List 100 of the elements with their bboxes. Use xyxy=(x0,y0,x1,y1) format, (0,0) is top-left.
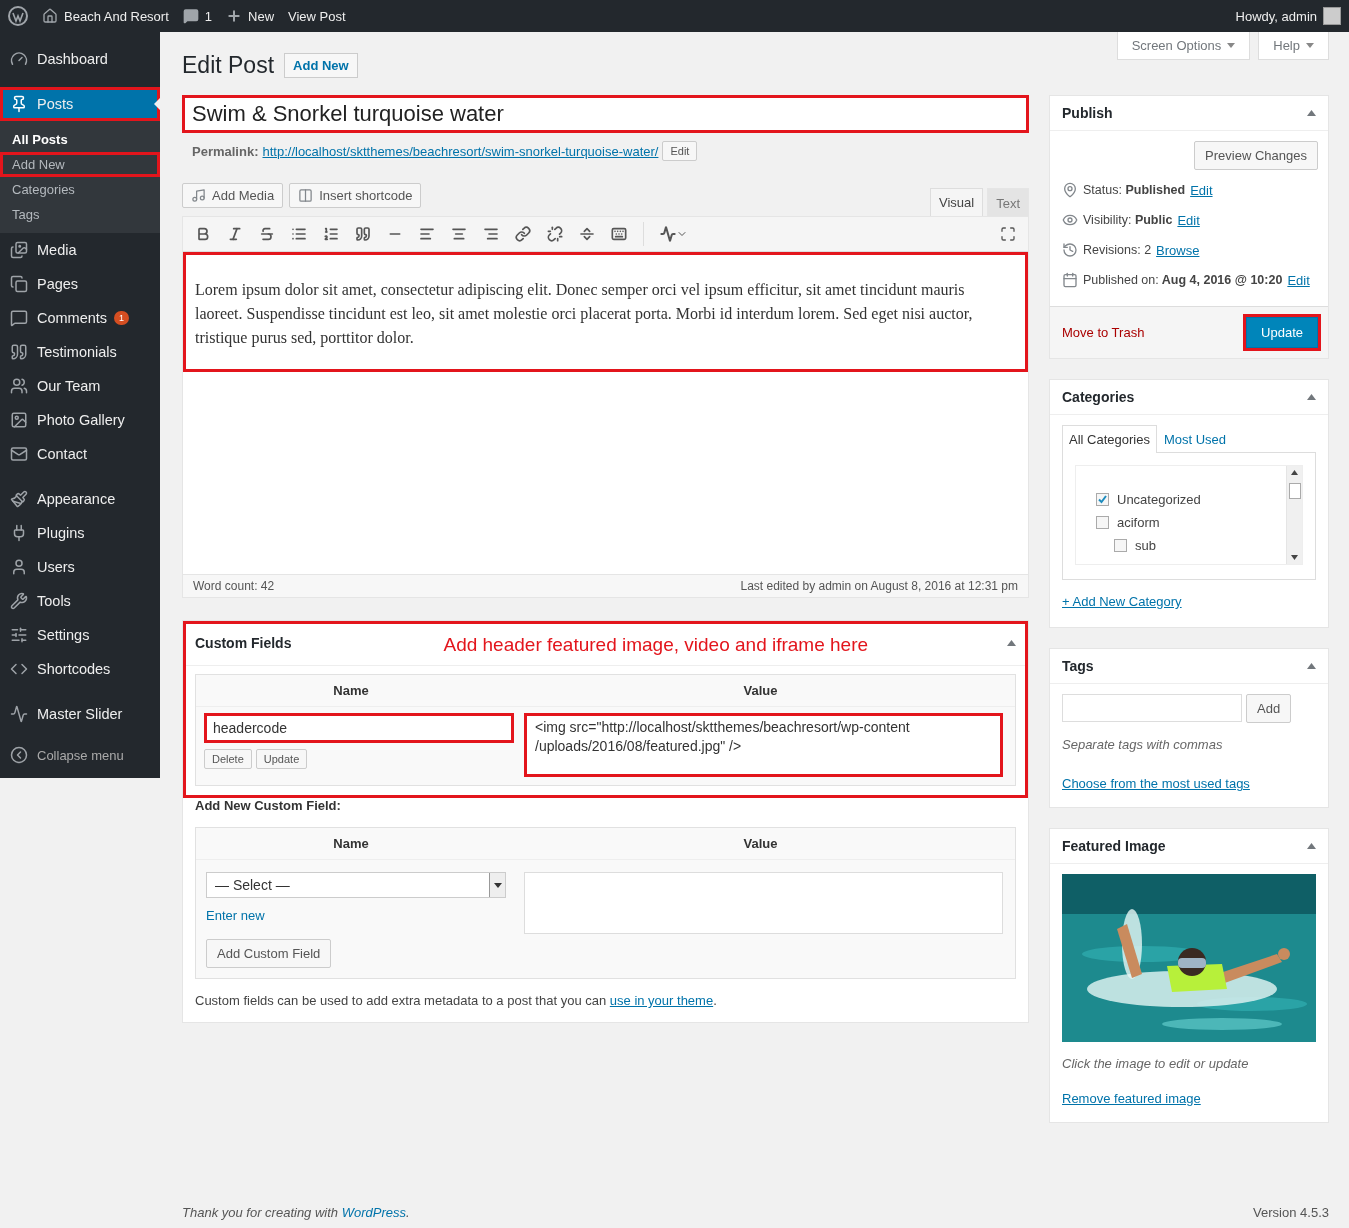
menu-item[interactable]: Users xyxy=(0,550,160,584)
menu-item[interactable]: Tools xyxy=(0,584,160,618)
editor-tab[interactable]: Text xyxy=(987,188,1029,216)
italic-icon[interactable] xyxy=(227,226,243,242)
collapse-arrow-icon[interactable] xyxy=(1007,640,1016,646)
site-link[interactable]: Beach And Resort xyxy=(42,8,169,24)
wordpress-link[interactable]: WordPress xyxy=(341,1205,406,1220)
submenu-item[interactable]: Tags xyxy=(0,202,160,227)
edit-button[interactable]: Edit xyxy=(662,141,698,161)
editor-tab[interactable]: Visual xyxy=(929,188,984,216)
panel-title: Tags xyxy=(1062,658,1094,674)
fullscreen-icon[interactable] xyxy=(1000,226,1016,242)
dashboard-icon xyxy=(10,50,28,68)
collapse-arrow-icon[interactable] xyxy=(1307,843,1316,849)
scroll-thumb[interactable] xyxy=(1288,483,1301,499)
update-button[interactable]: Update xyxy=(1246,317,1318,348)
quote-icon[interactable] xyxy=(355,226,371,242)
column-header: Name xyxy=(332,683,370,698)
collapse-arrow-icon[interactable] xyxy=(1307,663,1316,669)
category-tab[interactable]: Most Used xyxy=(1156,425,1234,453)
collapse-menu-button[interactable]: Collapse menu xyxy=(0,742,160,768)
publish-info: Visibility: Public xyxy=(1083,213,1173,227)
post-content[interactable]: Lorem ipsum dolor sit amet, consectetur adipiscing elit. Donec semper orci vel ipsum efficitur, sit amet tincidunt mauris laoreet. Suspendisse tincidunt est leo, sit amet molestie orci placerat porta. Morbi id interdum lorem. Sed eget nisi auctor, tristique purus sed, porttitor dolor. xyxy=(183,252,1028,372)
menu-item[interactable]: Master Slider xyxy=(0,697,160,731)
wave-icon[interactable] xyxy=(660,226,676,242)
category-tab[interactable]: All Categories xyxy=(1062,425,1157,453)
name-field[interactable]: headercode xyxy=(204,713,514,743)
title-field[interactable]: Swim & Snorkel turquoise water xyxy=(182,95,1029,133)
add-tag-button[interactable]: Add xyxy=(1246,694,1292,723)
add-field-button[interactable]: Add Custom Field xyxy=(206,939,332,968)
read-more-icon[interactable] xyxy=(579,226,595,242)
column-header: Name xyxy=(332,836,370,851)
menu-item[interactable]: Contact xyxy=(0,437,160,471)
menu-item[interactable]: Posts xyxy=(0,87,160,121)
submenu-item[interactable]: Add New xyxy=(0,152,160,177)
panel-title: Custom Fields xyxy=(195,635,292,651)
menu-item[interactable]: Testimonials xyxy=(0,335,160,369)
menu-item[interactable]: Comments 1 xyxy=(0,301,160,335)
image-icon xyxy=(10,411,28,429)
edit-link[interactable]: Edit xyxy=(1287,272,1310,288)
menu-item[interactable]: Media xyxy=(0,233,160,267)
checkbox[interactable] xyxy=(1096,516,1109,529)
menu-item[interactable]: Pages xyxy=(0,267,160,301)
edit-link[interactable]: Browse xyxy=(1156,242,1200,258)
menu-item[interactable]: Plugins xyxy=(0,516,160,550)
align-right-icon[interactable] xyxy=(483,226,499,242)
align-left-icon[interactable] xyxy=(419,226,435,242)
value-field[interactable]: <img src="http://localhost/sktthemes/beachresort/wp-content /uploads/2016/08/featured.jpg" /> xyxy=(524,713,1003,777)
checkbox[interactable] xyxy=(1096,493,1109,506)
preview-button[interactable]: Preview Changes xyxy=(1194,141,1318,170)
panel-title: Featured Image xyxy=(1062,838,1166,854)
permalink-link[interactable]: http://localhost/sktthemes/beachresort/swim-snorkel-turquoise-water/ xyxy=(262,143,659,159)
strikethrough-icon[interactable] xyxy=(259,226,275,242)
logo-icon[interactable] xyxy=(8,6,28,26)
collapse-arrow-icon[interactable] xyxy=(1307,394,1316,400)
scroll-up-icon[interactable] xyxy=(1291,470,1298,475)
trash-link[interactable]: Move to Trash xyxy=(1062,325,1145,340)
menu-item[interactable]: Shortcodes xyxy=(0,652,160,686)
align-center-icon[interactable] xyxy=(451,226,467,242)
new-link[interactable]: New xyxy=(226,8,275,24)
menu-item[interactable]: Appearance xyxy=(0,482,160,516)
menu-item[interactable]: Our Team xyxy=(0,369,160,403)
add-media-button[interactable]: Add Media xyxy=(182,183,284,208)
checkbox[interactable] xyxy=(1114,539,1127,552)
caret-icon xyxy=(1227,43,1236,48)
remove-image-link[interactable]: Remove featured image xyxy=(1062,1091,1201,1106)
tags-link[interactable]: Choose from the most used tags xyxy=(1062,776,1250,791)
enter-new-link[interactable]: Enter new xyxy=(206,908,506,923)
update-button[interactable]: Update xyxy=(255,749,308,769)
bullet-list-icon[interactable] xyxy=(291,226,307,242)
comments-link[interactable]: 1 xyxy=(182,8,213,24)
permalink-label: Permalink: xyxy=(192,143,259,159)
comment-icon xyxy=(182,8,199,24)
scrollbar[interactable] xyxy=(1286,466,1302,564)
collapse-arrow-icon[interactable] xyxy=(1307,110,1316,116)
panel-title: Categories xyxy=(1062,389,1135,405)
menu-item[interactable]: Settings xyxy=(0,618,160,652)
select-field[interactable]: — Select — xyxy=(206,872,506,898)
edit-link[interactable]: Edit xyxy=(1190,182,1213,198)
add-new-button[interactable]: Add New xyxy=(284,53,358,78)
link-icon[interactable] xyxy=(515,226,531,242)
add-category-link[interactable]: + Add New Category xyxy=(1062,594,1182,609)
value-field[interactable] xyxy=(524,872,1003,934)
unlink-icon[interactable] xyxy=(547,226,563,242)
scroll-down-icon[interactable] xyxy=(1291,555,1298,560)
bold-icon[interactable] xyxy=(195,226,211,242)
menu-item[interactable]: Photo Gallery xyxy=(0,403,160,437)
submenu-item[interactable]: Categories xyxy=(0,177,160,202)
tag-field[interactable] xyxy=(1062,694,1242,722)
delete-button[interactable]: Delete xyxy=(204,749,252,769)
screen-tab[interactable]: Screen Options xyxy=(1116,32,1251,60)
screen-tab[interactable]: Help xyxy=(1258,32,1329,60)
menu-item[interactable]: Dashboard xyxy=(0,42,160,76)
account-link[interactable]: Howdy, admin xyxy=(1235,8,1317,24)
shortcode-button[interactable]: Insert shortcode xyxy=(289,183,422,208)
submenu-item[interactable]: All Posts xyxy=(0,127,160,152)
numbered-list-icon[interactable] xyxy=(323,226,339,242)
keyboard-icon[interactable] xyxy=(611,226,627,242)
view-post-link[interactable]: View Post xyxy=(288,8,346,24)
edit-link[interactable]: Edit xyxy=(1177,212,1200,228)
